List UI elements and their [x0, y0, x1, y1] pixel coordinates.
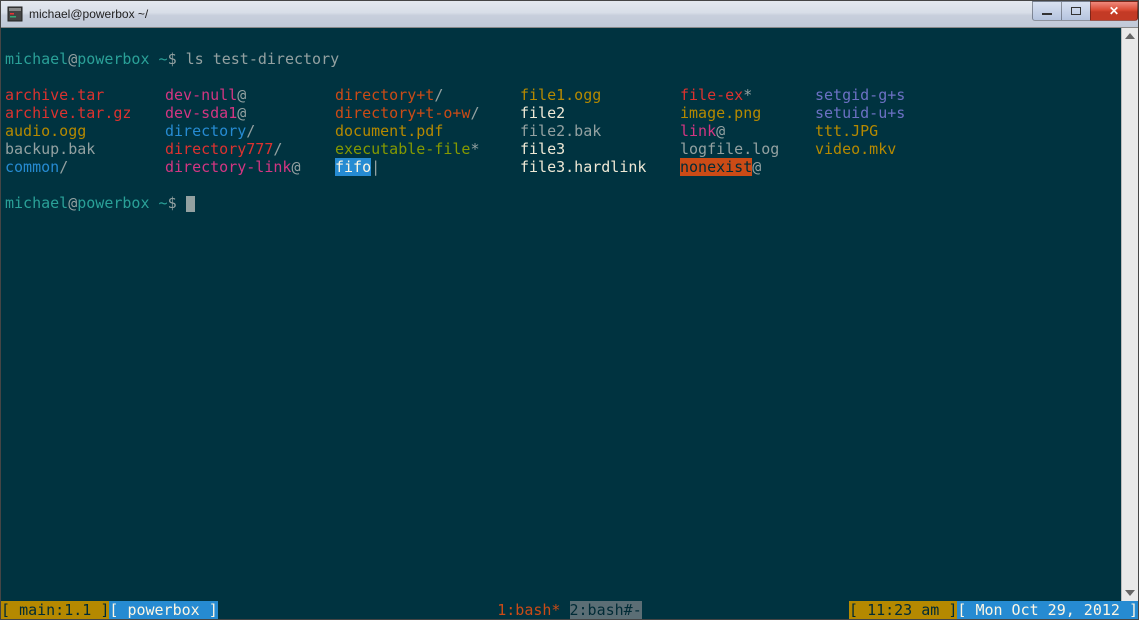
ls-entry: document.pdf	[335, 122, 520, 140]
status-active-window: 1:bash*	[497, 601, 560, 619]
prompt-path: ~	[159, 50, 168, 68]
ls-entry: image.png	[680, 104, 815, 122]
ls-entry: executable-file*	[335, 140, 520, 158]
cursor	[186, 196, 195, 212]
ls-entry: directory+t/	[335, 86, 520, 104]
ls-entry: directory-link@	[165, 158, 335, 176]
status-inactive-window: 2:bash#-	[570, 601, 642, 619]
ls-entry: audio.ogg	[5, 122, 165, 140]
status-date: [ Mon Oct 29, 2012 ]	[957, 601, 1138, 619]
prompt-user: michael	[5, 50, 68, 68]
maximize-button[interactable]	[1061, 1, 1091, 21]
ls-entry: archive.tar.gz	[5, 104, 165, 122]
ls-entry: common/	[5, 158, 165, 176]
ls-entry: dev-null@	[165, 86, 335, 104]
status-right: [ 11:23 am ][ Mon Oct 29, 2012 ]	[849, 601, 1138, 619]
ls-entry: setuid-u+s	[815, 104, 905, 122]
status-session: [ main:1.1 ]	[1, 601, 109, 619]
titlebar[interactable]: michael@powerbox ~/ ✕	[1, 1, 1138, 28]
ls-entry: setgid-g+s	[815, 86, 905, 104]
ls-entry: file3.hardlink	[520, 158, 680, 176]
window-title: michael@powerbox ~/	[29, 7, 148, 21]
terminal-area: michael@powerbox ~$ ls test-directory ar…	[1, 28, 1138, 601]
ls-entry: nonexist@	[680, 158, 815, 176]
prompt-line: michael@powerbox ~$ ls test-directory	[5, 50, 1121, 68]
ls-entry: video.mkv	[815, 140, 905, 158]
command-text: ls test-directory	[186, 50, 340, 68]
status-time: [ 11:23 am ]	[849, 601, 957, 619]
ls-entry: archive.tar	[5, 86, 165, 104]
app-icon	[7, 6, 23, 22]
ls-entry: directory+t-o+w/	[335, 104, 520, 122]
ls-entry: file-ex*	[680, 86, 815, 104]
status-host: [ powerbox ]	[109, 601, 217, 619]
prompt-host: powerbox	[77, 50, 149, 68]
ls-output: archive.tararchive.tar.gzaudio.oggbackup…	[5, 86, 1121, 176]
ls-entry: dev-sda1@	[165, 104, 335, 122]
window-controls: ✕	[1033, 1, 1138, 21]
ls-entry: file2	[520, 104, 680, 122]
ls-entry: directory777/	[165, 140, 335, 158]
scrollbar[interactable]	[1121, 28, 1138, 601]
ls-entry: ttt.JPG	[815, 122, 905, 140]
minimize-button[interactable]	[1032, 1, 1062, 21]
ls-entry: file2.bak	[520, 122, 680, 140]
ls-entry: backup.bak	[5, 140, 165, 158]
close-button[interactable]: ✕	[1090, 1, 1138, 21]
ls-entry: logfile.log	[680, 140, 815, 158]
ls-entry: file1.ogg	[520, 86, 680, 104]
prompt-line-2: michael@powerbox ~$	[5, 194, 1121, 212]
tmux-statusbar: [ main:1.1 ][ powerbox ] 1:bash* 2:bash#…	[1, 601, 1138, 619]
app-window: michael@powerbox ~/ ✕ michael@powerbox ~…	[0, 0, 1139, 620]
ls-entry: fifo|	[335, 158, 520, 176]
ls-entry: link@	[680, 122, 815, 140]
ls-entry: file3	[520, 140, 680, 158]
terminal[interactable]: michael@powerbox ~$ ls test-directory ar…	[1, 28, 1121, 601]
ls-entry: directory/	[165, 122, 335, 140]
status-left: [ main:1.1 ][ powerbox ]	[1, 601, 218, 619]
